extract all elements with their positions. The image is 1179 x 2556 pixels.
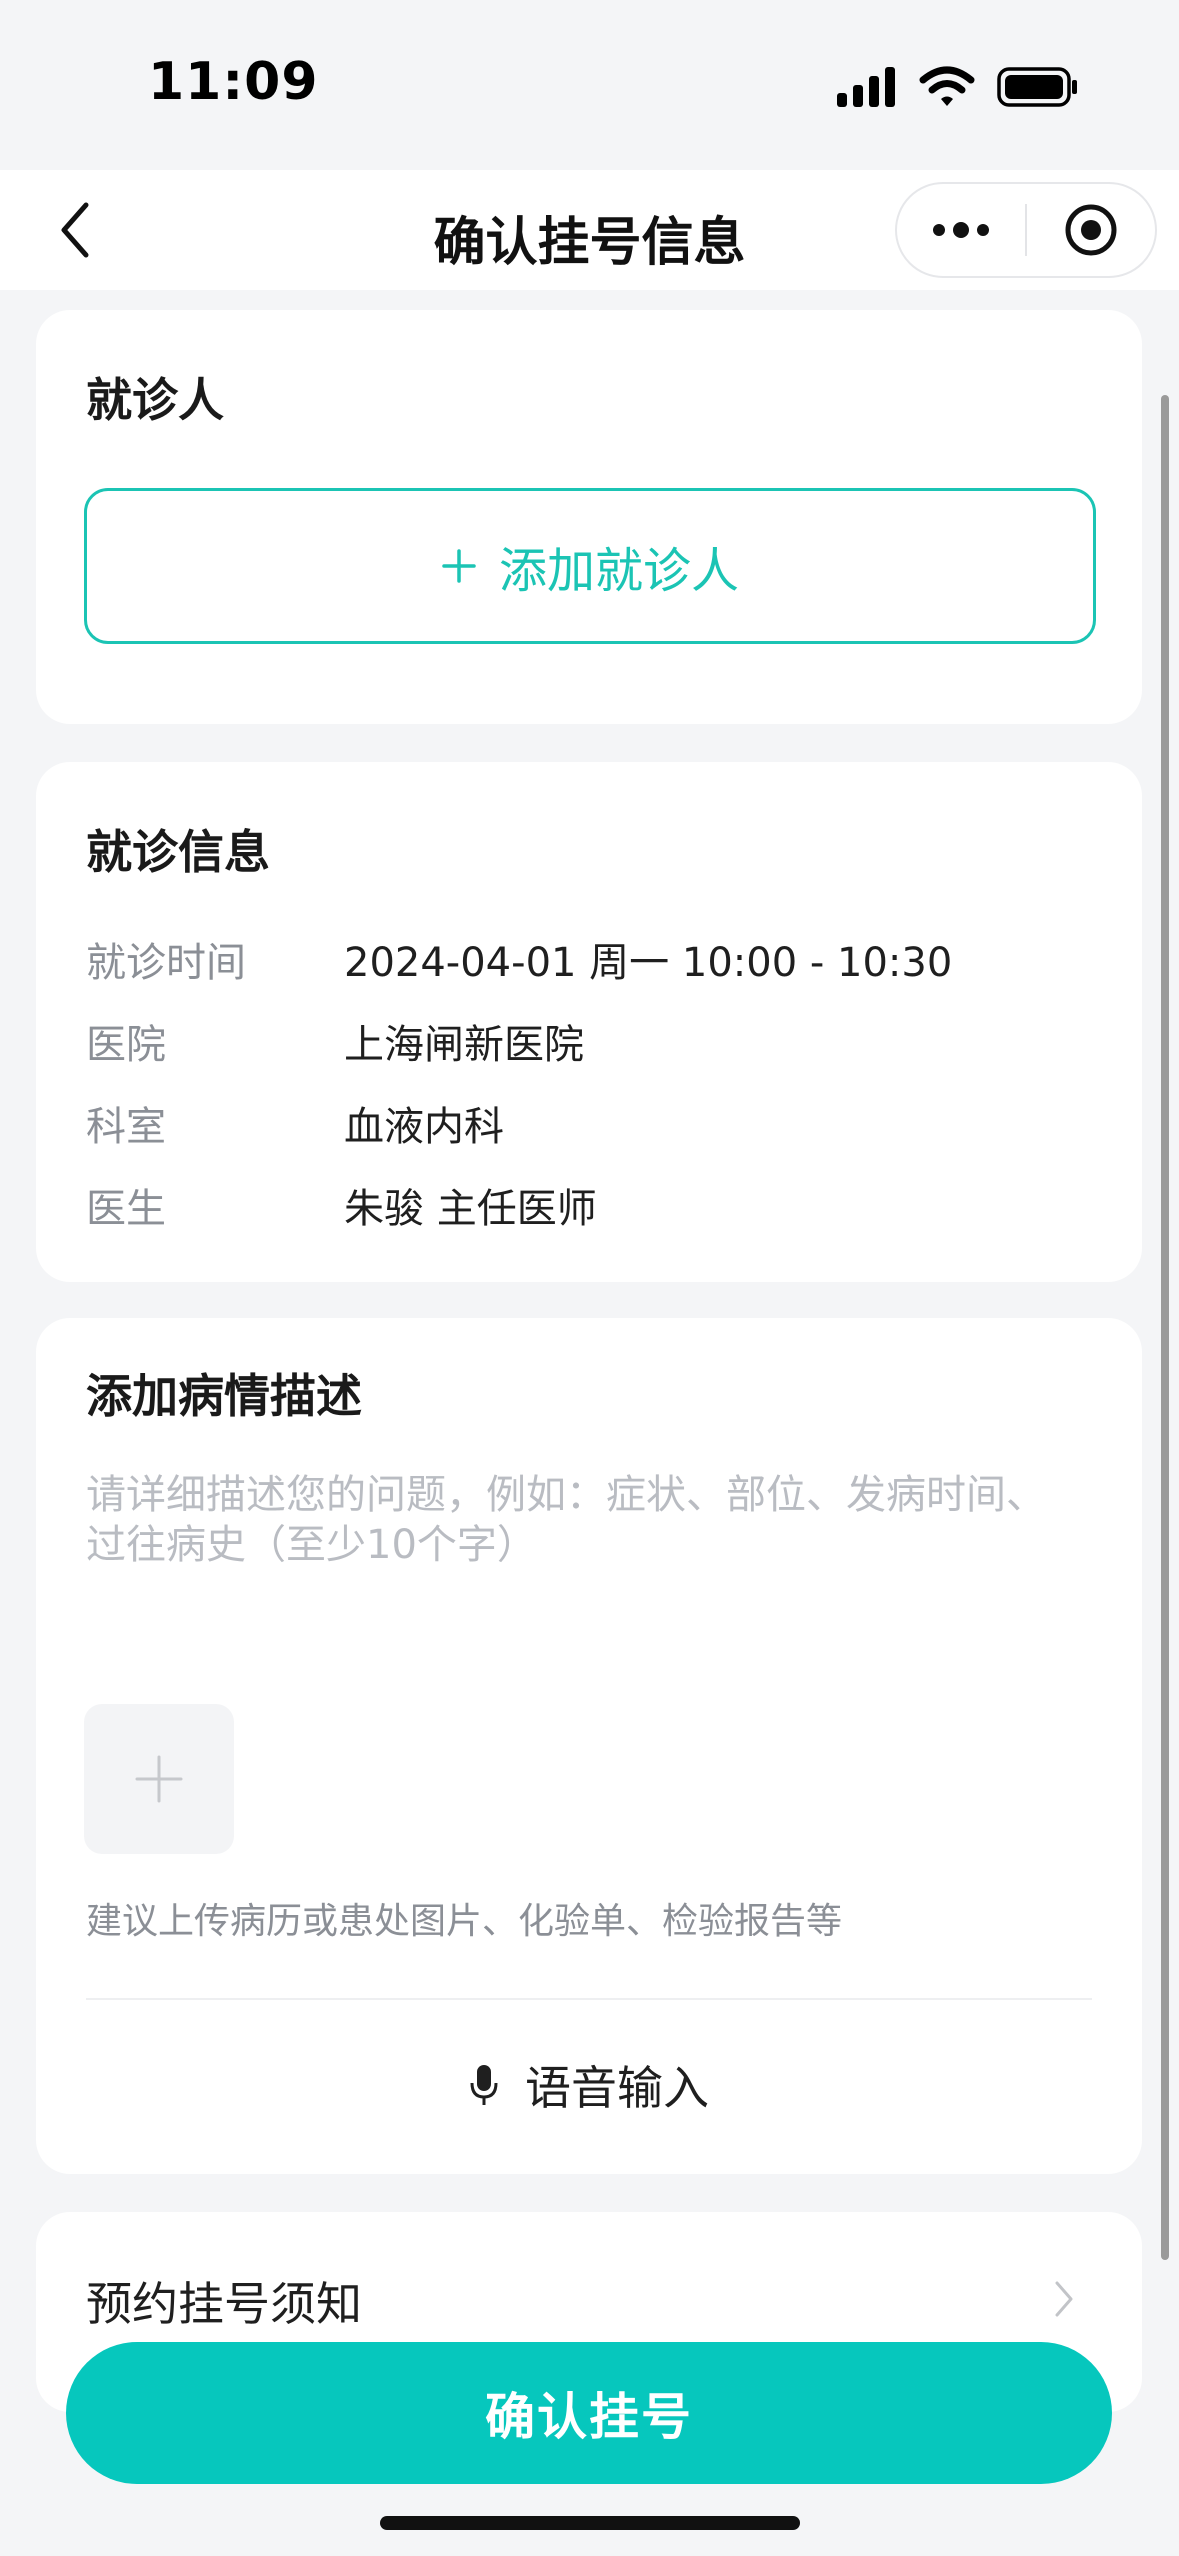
hospital-row: 医院 上海闸新医院 — [86, 1012, 1086, 1072]
visit-section-title: 就诊信息 — [86, 825, 270, 879]
voice-input-button[interactable]: 语音输入 — [36, 2050, 1142, 2120]
chevron-right-icon — [1044, 2274, 1084, 2324]
department-row: 科室 血液内科 — [86, 1094, 1086, 1154]
target-circle-icon — [1065, 204, 1117, 256]
doctor-row: 医生 朱骏 主任医师 — [86, 1176, 1086, 1236]
plus-icon — [135, 1755, 183, 1803]
microphone-icon — [470, 2065, 498, 2105]
patient-section-title: 就诊人 — [86, 373, 224, 427]
info-value: 血液内科 — [344, 1104, 504, 1150]
info-value: 朱骏 主任医师 — [344, 1186, 597, 1232]
info-value: 上海闸新医院 — [344, 1022, 584, 1068]
nav-bar: 确认挂号信息 — [0, 170, 1179, 290]
info-value: 2024-04-01 周一 10:00 - 10:30 — [344, 940, 953, 986]
plus-icon — [442, 549, 476, 583]
visit-time-row: 就诊时间 2024-04-01 周一 10:00 - 10:30 — [86, 930, 1086, 990]
patient-card: 就诊人 添加就诊人 — [36, 310, 1142, 724]
divider — [86, 1998, 1092, 2000]
info-label: 科室 — [86, 1104, 166, 1150]
more-button[interactable] — [897, 184, 1025, 276]
status-icons — [837, 62, 1079, 112]
status-time: 11:09 — [148, 52, 319, 112]
condition-description-card: 添加病情描述 请详细描述您的问题，例如：症状、部位、发病时间、过往病史（至少10… — [36, 1318, 1142, 2174]
home-indicator — [380, 2516, 800, 2530]
upload-image-button[interactable] — [84, 1704, 234, 1854]
status-bar: 11:09 — [0, 0, 1179, 170]
close-mini-program-button[interactable] — [1027, 184, 1155, 276]
add-patient-label: 添加就诊人 — [498, 543, 739, 599]
wifi-icon — [919, 66, 975, 106]
description-section-title: 添加病情描述 — [86, 1369, 362, 1423]
mini-program-capsule — [895, 182, 1157, 278]
battery-icon — [997, 67, 1077, 107]
cellular-signal-icon — [837, 67, 895, 107]
info-label: 医院 — [86, 1022, 166, 1068]
more-dots-icon — [933, 222, 989, 238]
visit-info-card: 就诊信息 就诊时间 2024-04-01 周一 10:00 - 10:30 医院… — [36, 762, 1142, 1282]
scrollbar[interactable] — [1161, 395, 1169, 2260]
confirm-registration-button[interactable]: 确认挂号 — [66, 2342, 1112, 2484]
upload-hint: 建议上传病历或患处图片、化验单、检验报告等 — [86, 1901, 843, 1942]
add-patient-button[interactable]: 添加就诊人 — [84, 488, 1096, 644]
booking-notice-label: 预约挂号须知 — [86, 2277, 362, 2331]
description-textarea[interactable]: 请详细描述您的问题，例如：症状、部位、发病时间、过往病史（至少10个字） — [86, 1470, 1076, 1570]
info-label: 就诊时间 — [86, 940, 246, 986]
voice-input-label: 语音输入 — [525, 2061, 709, 2115]
info-label: 医生 — [86, 1186, 166, 1232]
